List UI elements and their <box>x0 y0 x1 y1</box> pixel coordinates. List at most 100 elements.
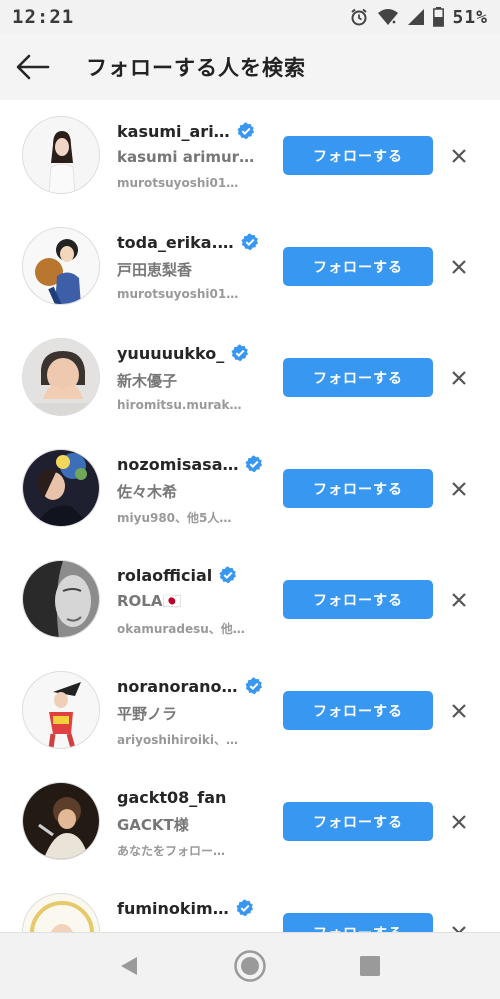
username-line: nozomisasa… <box>117 453 263 475</box>
full-name: 新木優子 <box>117 372 178 390</box>
username-line: yuuuuukko_ <box>117 342 249 364</box>
list-item: rolaofficial ROLA🇯🇵 okamuradesu、他… フォローす… <box>0 544 500 655</box>
dismiss-button[interactable] <box>448 145 470 167</box>
dismiss-button[interactable] <box>448 700 470 722</box>
avatar-image <box>23 228 99 304</box>
follow-button[interactable]: フォローする <box>283 136 433 175</box>
followed-by-text: okamuradesu、他… <box>117 622 245 636</box>
dismiss-button[interactable] <box>448 478 470 500</box>
recent-square-icon[interactable] <box>359 955 381 977</box>
verified-badge-icon <box>245 677 262 695</box>
battery-percentage: 51% <box>452 6 488 28</box>
signal-icon <box>408 9 425 25</box>
full-name: kasumi arimur… <box>117 148 255 166</box>
dismiss-button[interactable] <box>448 589 470 611</box>
avatar-image <box>23 561 99 637</box>
followed-by-text: あなたをフォロー… <box>117 844 226 858</box>
followed-by-text: ariyoshihiroiki、… <box>117 733 239 747</box>
verified-badge-icon <box>241 233 258 251</box>
close-icon <box>452 482 466 496</box>
verified-badge-icon <box>219 566 237 584</box>
full-name: 戸田恵梨香 <box>117 261 193 279</box>
follow-button[interactable]: フォローする <box>283 580 433 619</box>
username[interactable]: rolaofficial <box>117 566 212 585</box>
verified-badge-icon <box>245 455 263 473</box>
alarm-icon <box>351 8 368 26</box>
username-line: noranorano… <box>117 675 263 697</box>
username-line: fuminokim… <box>117 897 254 919</box>
avatar[interactable] <box>22 782 100 860</box>
follow-button[interactable]: フォローする <box>283 358 433 397</box>
status-icons: 51% <box>349 7 488 28</box>
close-icon <box>452 704 466 718</box>
username[interactable]: gackt08_fan <box>117 788 226 807</box>
arrow-left-icon <box>16 54 50 80</box>
status-bar: 12:21 51% <box>0 0 500 34</box>
list-item: kasumi_ari… kasumi arimur… murotsuyoshi0… <box>0 100 500 211</box>
followed-by-text: murotsuyoshi01… <box>117 287 239 301</box>
back-triangle-icon[interactable] <box>117 954 141 978</box>
username-line: toda_erika.… <box>117 231 259 253</box>
dismiss-button[interactable] <box>448 367 470 389</box>
followed-by-text: murotsuyoshi01… <box>117 176 239 190</box>
avatar-image <box>23 117 99 193</box>
dismiss-button[interactable] <box>448 256 470 278</box>
follow-button[interactable]: フォローする <box>283 691 433 730</box>
close-icon <box>452 815 466 829</box>
dismiss-button[interactable] <box>448 922 470 932</box>
avatar[interactable] <box>22 338 100 416</box>
dismiss-button[interactable] <box>448 811 470 833</box>
username[interactable]: kasumi_ari… <box>117 122 230 141</box>
avatar-image <box>23 894 99 932</box>
username[interactable]: nozomisasa… <box>117 455 238 474</box>
full-name: 平野ノラ <box>117 705 178 723</box>
verified-badge-icon <box>237 122 254 140</box>
list-item: noranorano… 平野ノラ ariyoshihiroiki、… フォローす… <box>0 655 500 766</box>
username[interactable]: toda_erika.… <box>117 233 234 252</box>
follow-button[interactable]: フォローする <box>283 913 433 932</box>
avatar[interactable] <box>22 560 100 638</box>
username-line: gackt08_fan <box>117 786 226 808</box>
list-item: gackt08_fan GACKT様 あなたをフォロー… フォローする <box>0 766 500 877</box>
followed-by-text: hiromitsu.murak… <box>117 398 242 412</box>
app-header: フォローする人を検索 <box>0 34 500 100</box>
close-icon <box>452 149 466 163</box>
list-item: yuuuuukko_ 新木優子 hiromitsu.murak… フォローする <box>0 322 500 433</box>
username[interactable]: yuuuuukko_ <box>117 344 224 363</box>
system-nav-bar <box>0 932 500 999</box>
close-icon <box>452 260 466 274</box>
avatar-image <box>23 339 99 415</box>
status-time: 12:21 <box>12 6 75 28</box>
home-circle-icon[interactable] <box>233 949 267 983</box>
avatar-image <box>23 672 99 748</box>
back-button[interactable] <box>0 34 66 100</box>
list-item: toda_erika.… 戸田恵梨香 murotsuyoshi01… フォローす… <box>0 211 500 322</box>
username[interactable]: noranorano… <box>117 677 238 696</box>
wifi-icon <box>378 9 399 25</box>
battery-icon <box>433 7 445 27</box>
avatar-image <box>23 450 99 526</box>
avatar[interactable] <box>22 893 100 932</box>
follow-button[interactable]: フォローする <box>283 469 433 508</box>
full-name: GACKT様 <box>117 816 189 834</box>
suggestion-list[interactable]: kasumi_ari… kasumi arimur… murotsuyoshi0… <box>0 100 500 932</box>
follow-button[interactable]: フォローする <box>283 802 433 841</box>
username-line: rolaofficial <box>117 564 237 586</box>
followed-by-text: miyu980、他5人… <box>117 511 232 525</box>
list-item: nozomisasa… 佐々木希 miyu980、他5人… フォローする <box>0 433 500 544</box>
avatar[interactable] <box>22 449 100 527</box>
verified-badge-icon <box>236 899 253 917</box>
avatar[interactable] <box>22 227 100 305</box>
avatar[interactable] <box>22 671 100 749</box>
avatar-image <box>23 783 99 859</box>
close-icon <box>452 371 466 385</box>
avatar[interactable] <box>22 116 100 194</box>
page-title: フォローする人を検索 <box>86 56 306 80</box>
username-line: kasumi_ari… <box>117 120 255 142</box>
verified-badge-icon <box>231 344 249 362</box>
username[interactable]: fuminokim… <box>117 899 229 918</box>
follow-button[interactable]: フォローする <box>283 247 433 286</box>
close-icon <box>452 593 466 607</box>
list-item: fuminokim… フォローする <box>0 877 500 932</box>
full-name: 佐々木希 <box>117 483 178 501</box>
